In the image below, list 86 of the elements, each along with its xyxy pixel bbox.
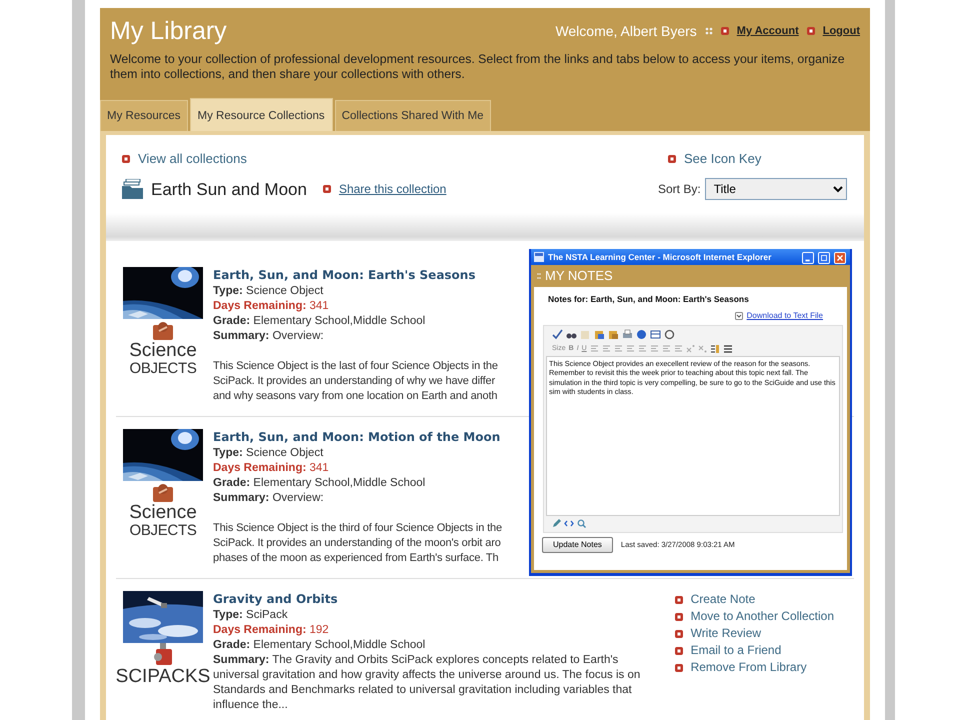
align-right-icon[interactable] [614, 344, 623, 354]
grip-icon [537, 272, 541, 280]
spellcheck-icon[interactable] [552, 329, 563, 340]
header-link[interactable]: Logout [822, 22, 860, 40]
justify-icon[interactable] [626, 344, 635, 354]
update-notes-button[interactable]: Update Notes [542, 536, 613, 553]
collection-name: Earth Sun and Moon [151, 178, 307, 200]
resource-title[interactable]: Earth, Sun, and Moon: Earth's Seasons [213, 267, 498, 284]
figure-logo-icon [152, 481, 174, 503]
header-link[interactable]: My Account [736, 22, 799, 40]
help-icon[interactable] [636, 329, 647, 340]
print-icon[interactable] [622, 329, 633, 340]
pencil-icon[interactable] [552, 519, 561, 528]
grade-text: Grade: Elementary School,Middle School [213, 314, 426, 329]
grade-text: Grade: Elementary School,Middle School [213, 476, 426, 491]
type-text: Type: Science Object [213, 446, 324, 461]
resource-title[interactable]: Earth, Sun, and Moon: Motion of the Moon [213, 429, 502, 446]
bullet-icon [674, 630, 683, 638]
logo-text: Science [129, 341, 197, 360]
type-text: Type: Science Object [213, 284, 324, 299]
horizontal-rule-icon[interactable] [722, 344, 733, 354]
subscript-icon[interactable] [698, 344, 707, 354]
action-link[interactable]: Email to a Friend [690, 642, 782, 659]
welcome-text: Welcome, Albert Byers [555, 22, 697, 41]
resource-title[interactable]: Gravity and Orbits [213, 591, 643, 608]
bullet-icon [674, 612, 683, 620]
bullet-icon [668, 154, 676, 163]
numbered-list-icon[interactable] [662, 344, 671, 354]
days-remaining-text: Days Remaining: 192 [213, 623, 330, 638]
superscript-icon[interactable] [686, 344, 695, 354]
summary-paragraph: This Science Object is the third of four Science Objects in the SciPack. It provides an understanding of the moon's orbit aro phases of the moon as experienced from Earth's surface. Th [213, 521, 502, 566]
browser-icon [534, 252, 544, 262]
maximize-icon[interactable] [818, 252, 830, 264]
tab[interactable]: My Resources [100, 100, 188, 131]
intro-text: Welcome to your collection of professional development resources. Select from the links and tabs below to access your items, organize them into collections, and then share your collections with others. [110, 52, 846, 82]
summary-text: Summary: Overview: [213, 491, 325, 506]
action-link[interactable]: Remove From Library [690, 659, 807, 676]
days-remaining-text: Days Remaining: 341 [213, 299, 330, 314]
figure-logo-icon [152, 319, 174, 341]
notes-heading: MY NOTES [545, 267, 613, 286]
figure-logo-icon [152, 643, 174, 667]
summary-paragraph: This Science Object is the last of four Science Objects in the SciPack. It provides an understanding of why we have differ and why seasons vary from one location on Earth and anoth [213, 359, 498, 404]
days-remaining-text: Days Remaining: 341 [213, 461, 330, 476]
summary-text: Summary: Overview: [213, 329, 325, 344]
code-icon[interactable] [564, 519, 574, 528]
type-text: Type: SciPack [213, 608, 289, 623]
logo-text: SCIPACKS [116, 667, 210, 686]
grade-text: Grade: Elementary School,Middle School [213, 638, 426, 653]
outdent-icon[interactable] [638, 344, 647, 354]
window-title: The NSTA Learning Center - Microsoft Internet Explorer [548, 250, 772, 264]
align-left-icon[interactable] [590, 344, 599, 354]
bullet-icon [674, 646, 683, 654]
view-all-link[interactable]: View all collections [138, 149, 247, 168]
insert-icon[interactable] [710, 344, 720, 354]
folder-icon [122, 179, 143, 200]
bullet-icon [720, 27, 729, 35]
tab[interactable]: Collections Shared With Me [334, 100, 491, 131]
align-center-icon[interactable] [602, 344, 611, 354]
grip-icon [704, 27, 713, 35]
logo-text: Science [129, 503, 197, 522]
icon-key-link[interactable]: See Icon Key [684, 149, 762, 168]
bullet-icon [674, 664, 683, 672]
search-icon[interactable] [577, 519, 586, 528]
action-link[interactable]: Move to Another Collection [690, 608, 834, 625]
download-link[interactable]: Download to Text File [746, 310, 823, 322]
tab[interactable]: My Resource Collections [190, 98, 333, 131]
minimize-icon[interactable] [802, 252, 814, 264]
table-icon[interactable] [650, 329, 661, 340]
bullet-icon [122, 154, 130, 163]
bullet-icon [674, 596, 683, 604]
summary-text: Summary: The Gravity and Orbits SciPack explores concepts related to Earth's universal gravitation and how gravity affects the universe around us. The focus is on Standards and Benchmarks related to universal gravitation including variables that influence the... [213, 653, 642, 713]
page-title: My Library [110, 16, 227, 46]
logo-text: OBJECTS [129, 360, 197, 378]
indent-icon[interactable] [650, 344, 659, 354]
close-icon[interactable] [834, 252, 846, 264]
download-icon [734, 312, 743, 320]
sort-label: Sort By: [658, 181, 701, 198]
bullet-icon [806, 27, 815, 35]
share-link[interactable]: Share this collection [338, 180, 446, 198]
action-link[interactable]: Write Review [690, 625, 762, 642]
bullet-icon [322, 185, 331, 194]
notes-for-text: Notes for: Earth, Sun, and Moon: Earth's Seasons [547, 293, 750, 306]
action-link[interactable]: Create Note [690, 591, 756, 608]
logo-text: OBJECTS [129, 522, 197, 540]
bullet-list-icon[interactable] [674, 344, 683, 354]
sort-select[interactable]: Title [704, 178, 847, 200]
